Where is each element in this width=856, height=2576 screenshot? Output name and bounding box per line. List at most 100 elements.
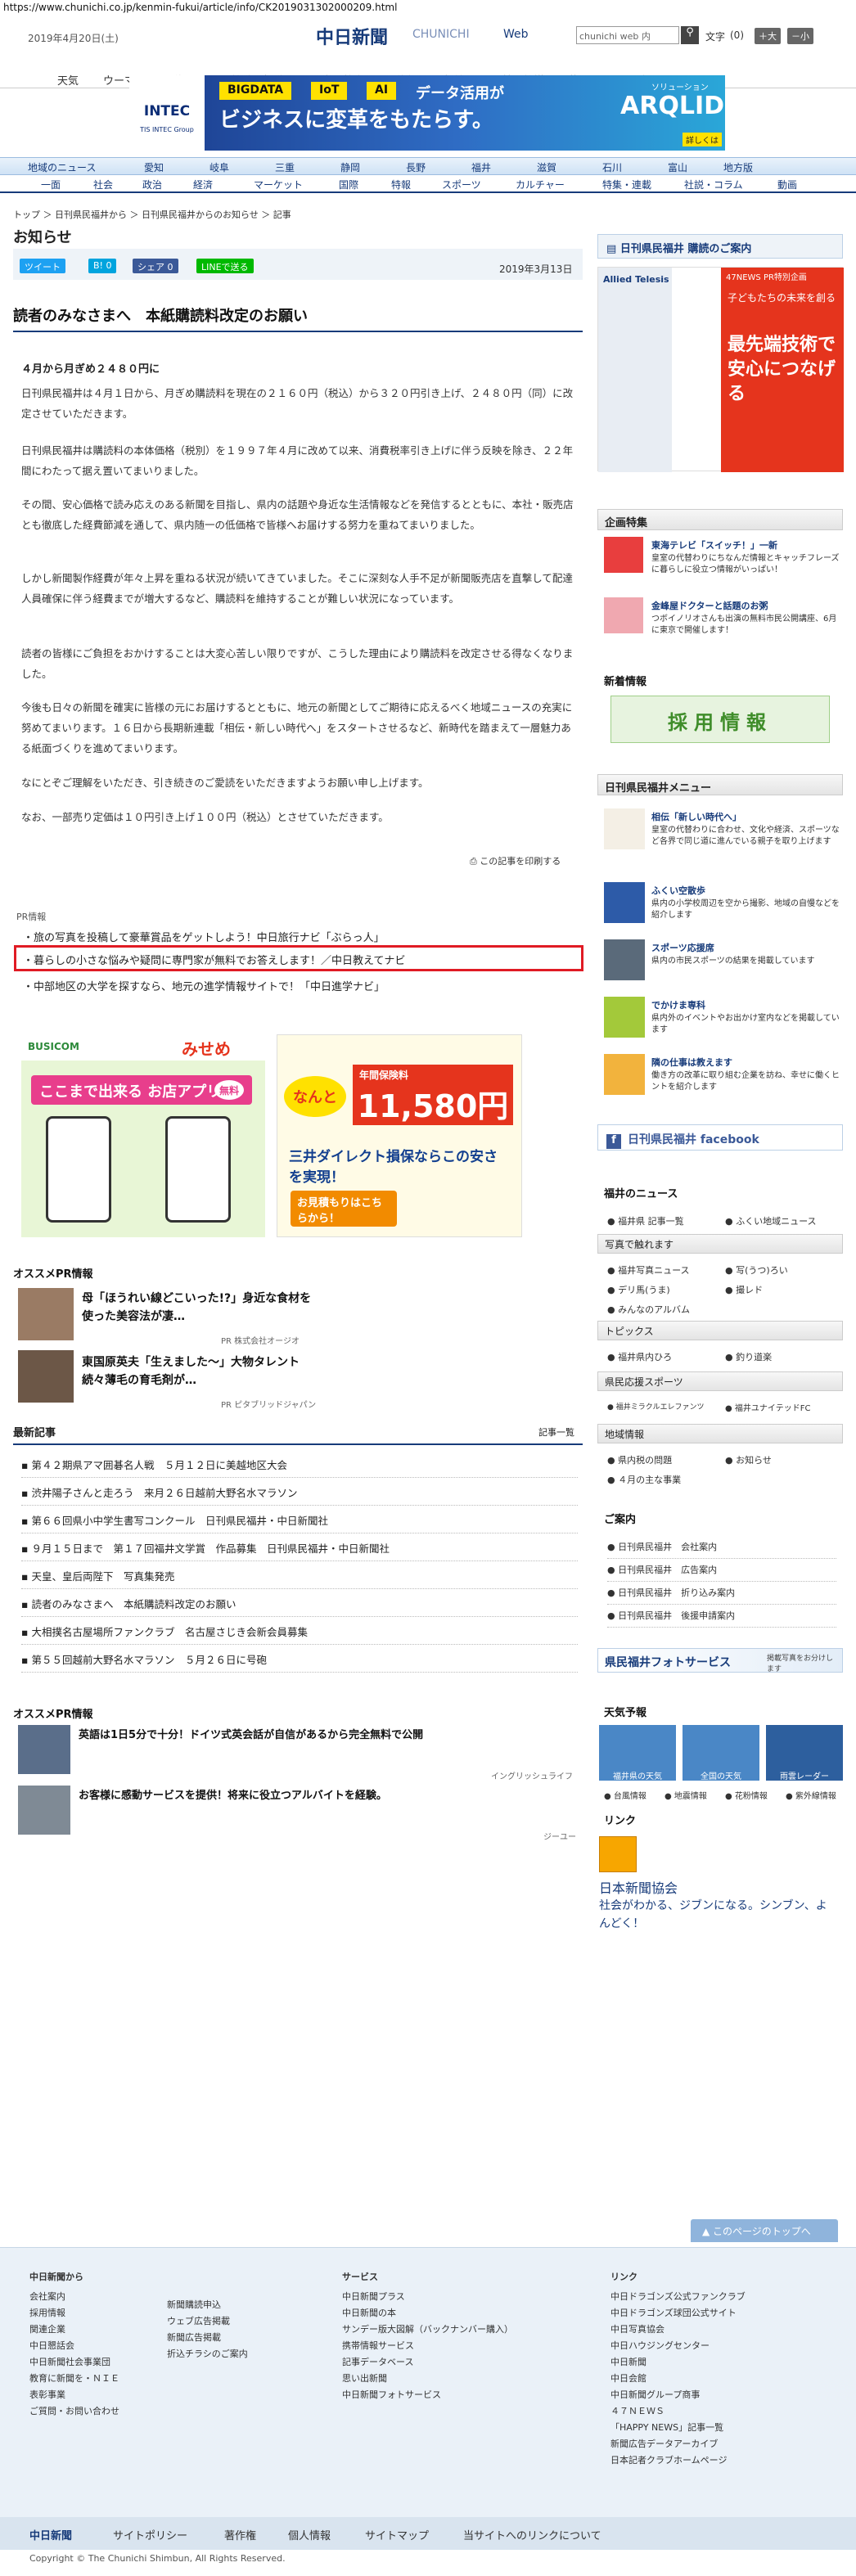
osusume2-title[interactable]: 英語は1日5分で十分！ドイツ式英会話が自信があるから完全無料で公開: [79, 1727, 570, 1745]
nihon-shinbun-link[interactable]: 日本新聞協会: [599, 1877, 678, 1897]
kikaku-thumb[interactable]: [604, 537, 643, 573]
footer-link[interactable]: 中日新聞社会事業団: [29, 2354, 119, 2371]
section-nav-item[interactable]: 社説・コラム: [684, 178, 743, 191]
footer-link[interactable]: 新聞広告掲載: [167, 2330, 248, 2346]
latest-more-link[interactable]: 記事一覧: [538, 1425, 574, 1439]
search-input[interactable]: chunichi web 内: [576, 26, 679, 44]
gnav-item[interactable]: 天気: [57, 72, 79, 88]
hatena-button[interactable]: B! 0: [88, 259, 117, 273]
address-bar[interactable]: https://www.chunichi.co.jp/kenmin-fukui/…: [0, 0, 856, 15]
photo-link[interactable]: ● デリ馬(うま): [607, 1283, 670, 1296]
menu-thumb[interactable]: [604, 997, 645, 1038]
footer-link[interactable]: 「HAPPY NEWS」記事一覧: [610, 2420, 746, 2436]
photo-link[interactable]: ● 福井写真ニュース: [607, 1263, 690, 1277]
footer-link[interactable]: 中日写真協会: [610, 2322, 746, 2338]
footer-logo[interactable]: 中日新聞: [29, 2527, 72, 2542]
footer-link[interactable]: 中日懇話会: [29, 2338, 119, 2354]
weather-link[interactable]: ● 紫外線情報: [786, 1789, 836, 1801]
osusume-thumb[interactable]: [18, 1350, 74, 1403]
photo-link[interactable]: ● みんなのアルバム: [607, 1303, 690, 1316]
weather-link[interactable]: ● 台風情報: [604, 1789, 647, 1801]
menu-title[interactable]: スポーツ応援席: [651, 941, 840, 954]
font-size-down-button[interactable]: －小: [787, 28, 813, 44]
topics-link[interactable]: ● 釣り道楽: [725, 1350, 772, 1363]
photo-link[interactable]: ● 写(うつ)ろい: [725, 1263, 788, 1277]
footer-link[interactable]: 教育に新聞を・ＮＩＥ: [29, 2371, 119, 2387]
region-nav-item[interactable]: 滋賀: [537, 160, 556, 174]
news-item[interactable]: ▪ 読者のみなさまへ 本紙購読料改定のお願い: [21, 1589, 578, 1617]
section-nav-item[interactable]: 経済: [193, 178, 213, 191]
mitsui-quote-button[interactable]: お見積もりはこちらから！: [291, 1191, 397, 1227]
menu-thumb[interactable]: [604, 939, 645, 980]
pr-link-highlighted[interactable]: ・暮らしの小さな悩みや疑問に専門家が無料でお答えします！／中日教えてナビ: [14, 945, 583, 971]
footer-bar-link[interactable]: 著作権: [224, 2527, 256, 2542]
section-nav-item[interactable]: 動画: [777, 178, 797, 191]
topics-link[interactable]: ● 福井県内ひろ: [607, 1350, 672, 1363]
osusume-title[interactable]: 母「ほうれい線どこいった!?」身近な食材を使った美容法が凄…: [82, 1290, 319, 1326]
weather-fukui-button[interactable]: 福井県の天気: [599, 1725, 676, 1781]
osusume-thumb[interactable]: [18, 1288, 74, 1340]
local-link[interactable]: ● お知らせ: [725, 1453, 772, 1466]
menu-title[interactable]: 相伝「新しい時代へ」: [651, 810, 840, 823]
photo-link[interactable]: ● 撮レド: [725, 1283, 763, 1296]
weather-link[interactable]: ● 地震情報: [665, 1789, 707, 1801]
tweet-button[interactable]: ツイート: [20, 259, 65, 273]
line-share-button[interactable]: LINEで送る: [196, 259, 254, 273]
region-nav-item[interactable]: 富山: [668, 160, 687, 174]
kikaku-title[interactable]: 金峰屋ドクターと話題のお粥: [651, 599, 840, 612]
footer-bar-link[interactable]: サイトポリシー: [113, 2527, 187, 2542]
pr-link[interactable]: ・中部地区の大学を探すなら、地元の進学情報サイトで！「中日進学ナビ」: [16, 974, 581, 995]
footer-link[interactable]: 思い出新聞: [342, 2371, 513, 2387]
region-nav-item[interactable]: 静岡: [340, 160, 360, 174]
region-nav-item[interactable]: 愛知: [144, 160, 164, 174]
annai-link[interactable]: ● 日刊県民福井 後援申請案内: [607, 1609, 836, 1628]
nihon-shinbun-logo[interactable]: [599, 1836, 637, 1872]
osusume2-title[interactable]: お客様に感動サービスを提供！将来に役立つアルバイトを経験。: [79, 1787, 570, 1805]
sports-link[interactable]: ● 福井ユナイテッドFC: [725, 1401, 810, 1413]
footer-link[interactable]: ４７ＮＥＷＳ: [610, 2403, 746, 2420]
weather-japan-button[interactable]: 全国の天気: [683, 1725, 759, 1781]
footer-link[interactable]: 携帯情報サービス: [342, 2338, 513, 2354]
menu-thumb[interactable]: [604, 1054, 645, 1095]
footer-link[interactable]: 採用情報: [29, 2305, 119, 2322]
menu-thumb[interactable]: [604, 882, 645, 923]
footer-link[interactable]: 新聞購読申込: [167, 2297, 248, 2313]
footer-link[interactable]: 中日ドラゴンズ球団公式サイト: [610, 2305, 746, 2322]
osusume-title[interactable]: 東国原英夫「生えました〜」大物タレント続々薄毛の育毛剤が…: [82, 1353, 319, 1389]
section-nav-item[interactable]: 国際: [339, 178, 358, 191]
footer-link[interactable]: 会社案内: [29, 2289, 119, 2305]
facebook-link[interactable]: f 日刊県民福井 facebook: [597, 1124, 843, 1151]
local-link[interactable]: ● 県内税の問題: [607, 1453, 672, 1466]
footer-link[interactable]: サンデー版大図解（バックナンバー購入）: [342, 2322, 513, 2338]
section-nav-item[interactable]: カルチャー: [516, 178, 565, 191]
menu-title[interactable]: ふくい空散歩: [651, 884, 840, 897]
section-nav-item[interactable]: 社会: [93, 178, 113, 191]
annai-link[interactable]: ● 日刊県民福井 広告案内: [607, 1563, 836, 1582]
footer-bar-link[interactable]: 当サイトへのリンクについて: [463, 2527, 601, 2542]
section-nav-item[interactable]: 特集・連載: [602, 178, 651, 191]
kikaku-title[interactable]: 東海テレビ「スイッチ！」一新: [651, 538, 840, 552]
region-nav-item[interactable]: 福井: [471, 160, 491, 174]
footer-link[interactable]: 折込チラシのご案内: [167, 2346, 248, 2362]
fnews-link[interactable]: ● ふくい地域ニュース: [725, 1214, 817, 1227]
news-item[interactable]: ▪ 大相撲名古屋場所ファンクラブ 名古屋さじき会新会員募集: [21, 1617, 578, 1645]
footer-link[interactable]: 中日会館: [610, 2371, 746, 2387]
news-item[interactable]: ▪ ９月１５日まで 第１７回福井文学賞 作品募集 日刊県民福井・中日新聞社: [21, 1533, 578, 1561]
weather-link[interactable]: ● 花粉情報: [725, 1789, 768, 1801]
print-link[interactable]: ⎙ この記事を印刷する: [470, 854, 561, 867]
section-nav-item[interactable]: 政治: [142, 178, 162, 191]
section-nav-item[interactable]: スポーツ: [442, 178, 481, 191]
footer-link[interactable]: 記事データベース: [342, 2354, 513, 2371]
menu-thumb[interactable]: [604, 808, 645, 849]
footer-link[interactable]: ウェブ広告掲載: [167, 2313, 248, 2330]
kikaku-thumb[interactable]: [604, 597, 643, 633]
breadcrumb[interactable]: トップ ＞ 日刊県民福井から ＞ 日刊県民福井からのお知らせ ＞ 記事: [13, 208, 291, 221]
osusume2-thumb[interactable]: [18, 1786, 70, 1835]
osusume2-thumb[interactable]: [18, 1725, 70, 1774]
section-nav-item[interactable]: マーケット: [254, 178, 303, 191]
font-size-up-button[interactable]: ＋大: [755, 28, 781, 44]
footer-link[interactable]: 中日ドラゴンズ公式ファンクラブ: [610, 2289, 746, 2305]
section-nav-item[interactable]: 特報: [391, 178, 411, 191]
annai-link[interactable]: ● 日刊県民福井 折り込み案内: [607, 1586, 836, 1605]
pr-link[interactable]: ・旅の写真を投稿して豪華賞品をゲットしよう！中日旅行ナビ「ぶらっ人」: [16, 925, 581, 946]
